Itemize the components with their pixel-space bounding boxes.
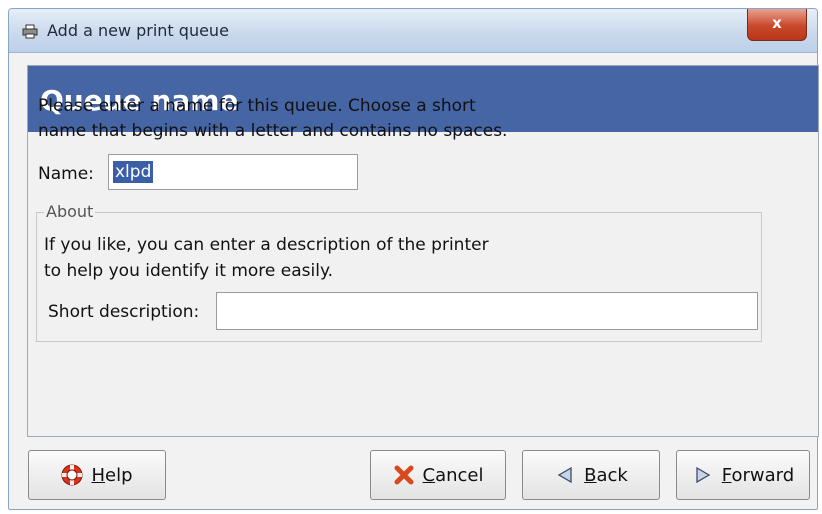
short-description-label: Short description: xyxy=(48,302,200,322)
window-title: Add a new print queue xyxy=(47,21,229,40)
printer-icon xyxy=(21,23,39,39)
forward-label: Forward xyxy=(721,464,795,486)
triangle-left-icon xyxy=(554,464,576,486)
back-button[interactable]: Back xyxy=(522,450,660,500)
triangle-right-icon xyxy=(692,464,714,486)
cancel-button[interactable]: Cancel xyxy=(370,450,506,500)
title-bar[interactable]: Add a new print queue x xyxy=(9,9,817,53)
close-icon: x xyxy=(772,14,782,32)
help-button[interactable]: Help xyxy=(28,450,166,500)
short-description-input[interactable] xyxy=(216,292,758,330)
close-button[interactable]: x xyxy=(747,9,807,41)
name-label: Name: xyxy=(38,164,94,184)
instructions-text: Please enter a name for this queue. Choo… xyxy=(38,96,508,141)
about-text: If you like, you can enter a description… xyxy=(44,235,489,281)
name-input-value: xlpd xyxy=(113,161,154,183)
name-input[interactable]: xlpd xyxy=(108,154,358,190)
cancel-label: Cancel xyxy=(422,464,484,486)
lifebuoy-icon xyxy=(61,464,83,486)
back-label: Back xyxy=(584,464,628,486)
x-icon xyxy=(393,464,415,486)
about-legend: About xyxy=(44,202,96,221)
forward-button[interactable]: Forward xyxy=(676,450,810,500)
help-label: Help xyxy=(91,464,133,486)
